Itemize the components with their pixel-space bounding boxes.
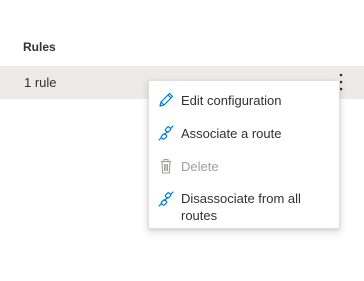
link-icon [157, 124, 175, 142]
context-menu: Edit configuration Associate a route Del… [148, 80, 340, 229]
menu-item-label: Associate a route [181, 126, 282, 141]
rule-count-cell: 1 rule [24, 75, 57, 90]
column-header-rules[interactable]: Rules [23, 40, 56, 54]
menu-item-label: Disassociate from all routes [181, 191, 301, 223]
trash-icon [157, 157, 175, 175]
menu-item-edit-configuration[interactable]: Edit configuration [149, 89, 339, 115]
menu-item-disassociate-all-routes[interactable]: Disassociate from all routes [149, 188, 339, 226]
menu-item-delete: Delete [149, 155, 339, 181]
menu-item-associate-route[interactable]: Associate a route [149, 122, 339, 148]
page-root: Rules 1 rule Edit configuration Associat… [0, 0, 364, 281]
menu-item-label: Delete [181, 159, 219, 174]
menu-item-label: Edit configuration [181, 93, 282, 108]
link-icon [157, 190, 175, 208]
pencil-icon [157, 91, 175, 109]
